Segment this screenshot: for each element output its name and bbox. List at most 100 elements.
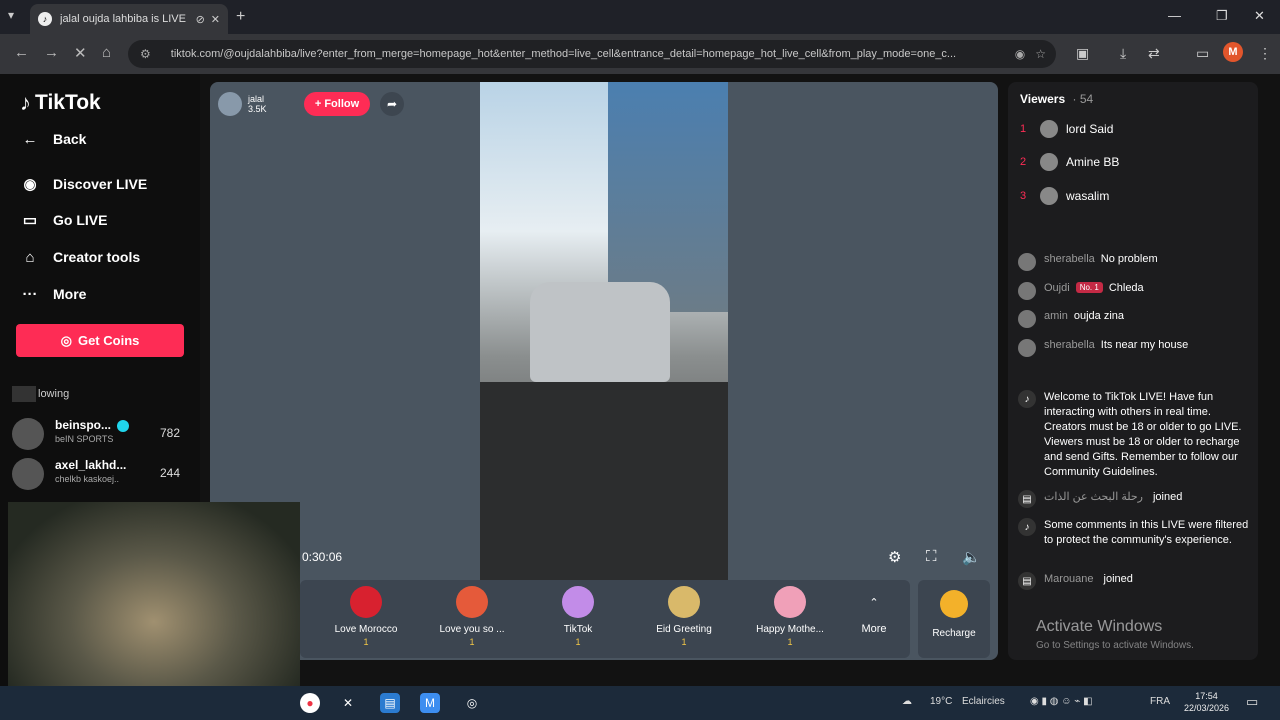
following-text: lowing (38, 388, 70, 400)
redacted-block (12, 386, 36, 402)
extensions-puzzle-icon[interactable]: ▣ (1076, 45, 1089, 62)
clock[interactable]: 17:54 22/03/2026 (1184, 690, 1229, 714)
account-sub: chelkb kaskoej.. (55, 474, 120, 484)
comment-text: No problem (1100, 253, 1158, 265)
comment-user: sherabella (1044, 339, 1095, 351)
viewers-count: · 54 (1072, 92, 1094, 106)
comment[interactable]: sherabella Its near my house (1018, 339, 1250, 357)
top-viewer[interactable]: 1 lord Said (1020, 120, 1113, 138)
video-dashboard (480, 382, 728, 580)
tiktok-logo[interactable]: ♪ TikTok (20, 90, 101, 116)
gift-item[interactable]: Eid Greeting 1 (634, 586, 734, 647)
time: 17:54 (1195, 691, 1218, 701)
chrome-icon[interactable]: ● (300, 693, 320, 713)
address-bar[interactable]: ⚙ tiktok.com/@oujdalahbiba/live?enter_fr… (128, 40, 1056, 68)
close-tab-icon[interactable]: ✕ (211, 13, 220, 26)
avatar (1018, 282, 1036, 300)
settings-icon[interactable]: ⚙ (888, 548, 901, 566)
tray-icons[interactable]: ◉ ▮ ◍ ☺ ⌁ ◧ (1030, 696, 1093, 707)
comment[interactable]: amin oujda zina (1018, 310, 1250, 328)
avatar (12, 458, 44, 490)
gift-name: Love Morocco (334, 624, 398, 635)
tiktok-note-icon: ♪ (20, 90, 31, 115)
top-viewer[interactable]: 3 wasalim (1020, 187, 1109, 205)
gift-item[interactable]: TikTok 1 (528, 586, 628, 647)
tab-search-icon[interactable]: ▾ (8, 8, 14, 22)
forward-arrow-icon[interactable]: → (44, 44, 59, 61)
obs-icon[interactable]: ◎ (462, 693, 482, 713)
account-name: beinspo... (55, 418, 130, 432)
sidebar-item-creator-tools[interactable]: ⌂ Creator tools (18, 245, 140, 269)
host-name: jalal (248, 94, 265, 104)
following-account[interactable]: beinspo... beIN SPORTS 782 (12, 416, 192, 450)
download-icon[interactable]: ⤓ (1120, 45, 1126, 62)
avatar (1018, 339, 1036, 357)
comment[interactable]: Oujdi No. 1 Chleda (1018, 282, 1250, 300)
viewer-count: 244 (159, 466, 180, 480)
extension-icon[interactable]: ◉ (1015, 47, 1025, 61)
notification-icon[interactable]: ▭ (1246, 694, 1258, 710)
close-window-icon[interactable]: ✕ (1254, 8, 1265, 24)
account-sub: beIN SPORTS (55, 434, 114, 444)
follow-button[interactable]: + Follow (304, 92, 370, 116)
maximize-icon[interactable]: ❐ (1216, 8, 1228, 24)
gift-price: 1 (575, 637, 581, 647)
share-icon[interactable]: ➦ (380, 92, 404, 116)
activate-windows-title: Activate Windows (1036, 618, 1163, 635)
back-link[interactable]: ← Back (18, 127, 87, 151)
recharge-label: Recharge (932, 628, 976, 639)
app-icon[interactable]: M (420, 693, 440, 713)
cast-icon[interactable]: ▭ (1196, 45, 1209, 62)
gift-price: 1 (787, 637, 793, 647)
new-tab-button[interactable]: + (236, 8, 245, 26)
back-arrow-icon[interactable]: ← (14, 44, 29, 61)
profile-avatar[interactable]: M (1223, 42, 1243, 62)
joined-text: joined (1103, 573, 1133, 585)
gift-item[interactable]: Love Morocco 1 (316, 586, 416, 647)
home-icon[interactable]: ⌂ (102, 44, 111, 61)
comment-text: oujda zina (1073, 310, 1124, 322)
site-info-icon[interactable]: ⚙ (140, 47, 151, 61)
x-app-icon[interactable]: ✕ (338, 693, 358, 713)
comment-user: Oujdi (1044, 282, 1070, 294)
gift-item[interactable]: Happy Mothe... 1 (740, 586, 840, 647)
sidebar-item-discover-live[interactable]: ◉ Discover LIVE (18, 172, 147, 196)
sidebar-item-go-live[interactable]: ▭ Go LIVE (18, 208, 108, 232)
mute-tab-icon[interactable]: ⊘ (196, 13, 205, 26)
language-indicator[interactable]: FRA (1150, 696, 1170, 707)
viewers-title: Viewers (1020, 92, 1066, 106)
host-info[interactable]: jalal 3.5K (218, 90, 267, 118)
gift-item[interactable]: Love you so ... 1 (422, 586, 522, 647)
live-video[interactable] (480, 82, 728, 580)
joined-user: رحلة البحث عن الذات (1044, 491, 1143, 503)
top-viewer[interactable]: 2 Amine BB (1020, 153, 1119, 171)
more-gifts-button[interactable]: ⌃ More (856, 596, 892, 635)
comment-user: sherabella (1044, 253, 1095, 265)
volume-icon[interactable]: 🔈 (962, 548, 981, 566)
following-account[interactable]: axel_lakhd... chelkb kaskoej.. 244 (12, 456, 192, 490)
host-avatar (218, 92, 242, 116)
live-player[interactable]: jalal 3.5K + Follow ➦ 0:30:06 ⚙ ⛶ 🔈 (210, 82, 998, 660)
avatar (1040, 120, 1058, 138)
viewers-heading[interactable]: Viewers · 54 (1020, 92, 1093, 106)
minimize-icon[interactable]: — (1168, 8, 1181, 23)
sidebar-item-more[interactable]: ··· More (18, 282, 87, 306)
app-icon[interactable]: ▤ (380, 693, 400, 713)
stop-loading-icon[interactable]: ✕ (74, 44, 87, 62)
gift-name: Eid Greeting (656, 624, 712, 635)
menu-dots-icon[interactable]: ⋮ (1258, 45, 1272, 62)
get-coins-button[interactable]: ◎ Get Coins (16, 324, 184, 357)
bookmark-star-icon[interactable]: ☆ (1035, 47, 1046, 61)
fullscreen-icon[interactable]: ⛶ (926, 548, 937, 565)
following-heading: lowing (12, 386, 69, 402)
comment[interactable]: sherabella No problem (1018, 253, 1250, 271)
coin-icon (940, 590, 968, 618)
more-dots-icon: ··· (22, 285, 38, 303)
live-duration: 0:30:06 (302, 550, 343, 564)
account-name: axel_lakhd... (55, 458, 127, 472)
translate-icon[interactable]: ⇄ (1148, 45, 1160, 62)
weather-icon[interactable]: ☁ (902, 696, 912, 707)
recharge-button[interactable]: Recharge (918, 580, 990, 658)
gift-price: 1 (681, 637, 687, 647)
browser-tab[interactable]: ♪ jalal oujda lahbiba is LIVE ⊘ ✕ (30, 4, 228, 34)
